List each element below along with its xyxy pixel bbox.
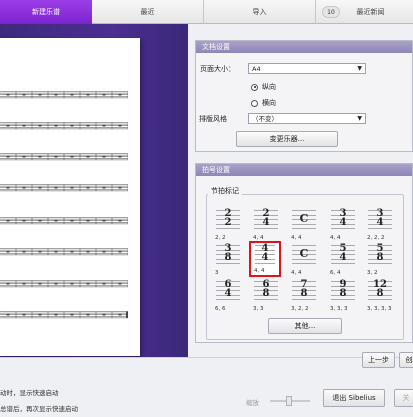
tab-label: 最近新闻 xyxy=(356,8,385,16)
time-signature-option[interactable]: 3 4 4, 4 xyxy=(327,208,359,242)
radio-selected-icon xyxy=(251,83,258,91)
tab-import[interactable]: 导入 xyxy=(204,0,316,24)
time-signature-option[interactable]: 6 8 3, 3 xyxy=(250,279,282,313)
time-signature-denominator: 8 xyxy=(262,288,270,299)
time-signature-option[interactable]: C 4, 4 xyxy=(288,208,320,242)
time-signature-caption: 4, 4 xyxy=(291,270,302,276)
time-signature-option[interactable]: 7 8 3, 2, 2 xyxy=(288,279,320,313)
tab-bar: 新建乐谱 最近 导入 10 最近新闻 xyxy=(0,0,413,24)
score-staff xyxy=(0,217,128,225)
time-signature-denominator: 2 xyxy=(224,217,232,228)
time-signature-caption: 3, 2, 2 xyxy=(291,306,309,312)
score-staff xyxy=(0,153,128,161)
time-signature-caption: 4, 4 xyxy=(254,268,265,274)
tab-label: 最近 xyxy=(140,8,155,16)
time-signature-caption: 6, 4 xyxy=(330,270,341,276)
time-signature-option[interactable]: 383 xyxy=(212,243,244,277)
tab-latest-news[interactable]: 10 最近新闻 xyxy=(316,0,413,24)
time-signature-option[interactable]: C 4, 4 xyxy=(288,243,320,277)
time-signature-caption: 4, 4 xyxy=(291,235,302,241)
radio-unselected-icon xyxy=(251,99,258,107)
time-signature-option[interactable]: 5 8 3, 2 xyxy=(364,243,396,277)
zoom-slider-handle[interactable] xyxy=(286,396,292,406)
time-signature-caption: 3, 3, 3 xyxy=(330,306,348,312)
chevron-down-icon: ▼ xyxy=(357,115,362,122)
landscape-label: 横向 xyxy=(262,99,276,107)
tab-recent[interactable]: 最近 xyxy=(92,0,204,24)
house-style-value: （不变） xyxy=(252,115,278,123)
time-signature-denominator: 8 xyxy=(224,252,232,263)
startup-option-text-1[interactable]: 动时，显示快速启动 xyxy=(0,387,59,397)
time-signature-denominator: 4 xyxy=(339,217,347,228)
score-staff xyxy=(0,91,128,99)
portrait-radio[interactable]: 纵向 xyxy=(251,82,276,92)
startup-option-text-2[interactable]: 总谱后，再次显示快速启动 xyxy=(0,403,78,413)
exit-sibelius-button[interactable]: 退出 Sibelius xyxy=(323,389,385,407)
page-size-label: 页面大小： xyxy=(200,65,235,73)
house-style-label: 排版风格 xyxy=(199,115,227,123)
time-signature-caption: 2, 2 xyxy=(215,235,226,241)
time-signature-option[interactable]: 6 4 6, 6 xyxy=(212,279,244,313)
tab-label: 新建乐谱 xyxy=(32,8,60,16)
other-time-signature-button[interactable]: 其他... xyxy=(268,318,342,334)
time-signature-option[interactable]: 12 8 3, 3, 3, 3 xyxy=(364,279,396,313)
time-signature-caption: 3 xyxy=(215,270,219,276)
time-signature-denominator: 8 xyxy=(339,288,347,299)
back-button[interactable]: 上一步 xyxy=(362,352,395,368)
time-signature-option[interactable]: 5 4 6, 4 xyxy=(327,243,359,277)
time-signature-caption: 3, 3, 3, 3 xyxy=(367,306,392,312)
page-size-value: A4 xyxy=(252,65,261,73)
create-button[interactable]: 创 xyxy=(399,352,413,368)
score-staff xyxy=(0,122,128,130)
time-signature-numerator: C xyxy=(299,247,309,260)
score-staff xyxy=(0,184,128,192)
time-signature-caption: 3, 3 xyxy=(253,306,264,312)
time-signature-denominator: 4 xyxy=(376,217,384,228)
score-preview-area xyxy=(0,24,188,357)
tab-label: 导入 xyxy=(252,8,267,16)
tab-new-score[interactable]: 新建乐谱 xyxy=(0,0,92,24)
time-signature-denominator: 8 xyxy=(376,252,384,263)
change-instruments-button[interactable]: 变更乐器... xyxy=(236,131,338,147)
time-signature-caption: 4, 4 xyxy=(330,235,341,241)
house-style-select[interactable]: （不变） ▼ xyxy=(248,113,366,124)
score-staff xyxy=(0,311,128,319)
time-signature-denominator: 4 xyxy=(224,288,232,299)
time-signature-caption: 6, 6 xyxy=(215,306,226,312)
meter-settings-title: 拍号设置 xyxy=(196,164,412,176)
score-staff xyxy=(0,248,128,256)
time-signature-denominator: 4 xyxy=(339,252,347,263)
zoom-label: 缩放 xyxy=(246,399,259,407)
news-count-badge: 10 xyxy=(322,6,340,18)
score-staff xyxy=(0,280,128,288)
time-signature-denominator: 4 xyxy=(262,217,270,228)
score-page-preview xyxy=(0,38,140,356)
page-size-select[interactable]: A4 ▼ xyxy=(248,63,366,74)
time-signature-option[interactable]: 2 4 4, 4 xyxy=(250,208,282,242)
time-signature-numerator: C xyxy=(299,212,309,225)
time-signature-denominator: 4 xyxy=(261,252,269,263)
time-signature-option-selected[interactable]: 4 4 4, 4 xyxy=(249,241,281,277)
time-signature-caption: 3, 2 xyxy=(367,270,378,276)
time-signature-group-title: 节拍标记 xyxy=(208,186,242,196)
time-signature-option[interactable]: 3 4 2, 2, 2 xyxy=(364,208,396,242)
landscape-radio[interactable]: 横向 xyxy=(251,98,276,108)
time-signature-option[interactable]: 9 8 3, 3, 3 xyxy=(327,279,359,313)
time-signature-denominator: 8 xyxy=(300,288,308,299)
time-signature-caption: 2, 2, 2 xyxy=(367,235,385,241)
portrait-label: 纵向 xyxy=(262,83,276,91)
time-signature-denominator: 8 xyxy=(376,288,384,299)
document-settings-title: 文档设置 xyxy=(196,41,412,53)
chevron-down-icon: ▼ xyxy=(357,65,362,72)
time-signature-option[interactable]: 2 2 2, 2 xyxy=(212,208,244,242)
next-button[interactable]: 关 xyxy=(394,389,413,407)
